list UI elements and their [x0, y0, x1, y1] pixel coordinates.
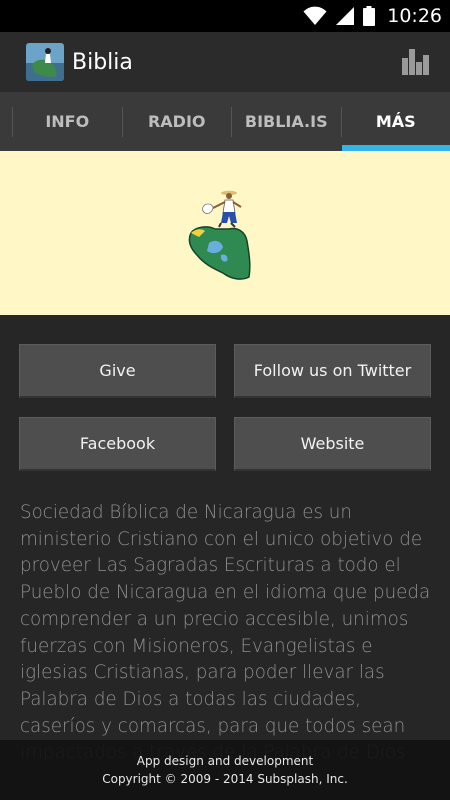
app-logo-icon[interactable]: [26, 43, 64, 81]
tab-info[interactable]: INFO: [13, 92, 122, 151]
follow-twitter-button[interactable]: Follow us on Twitter: [234, 344, 431, 398]
nicaragua-map-farmer-illustration: [188, 190, 251, 280]
footer-copyright: Copyright © 2009 - 2014 Subsplash, Inc.: [102, 772, 348, 786]
description-text: Sociedad Bíblica de Nicaragua es un mini…: [20, 502, 431, 763]
app-title: Biblia: [72, 49, 133, 75]
action-bar: Biblia: [0, 32, 450, 92]
header-banner: [0, 151, 450, 315]
wifi-icon: [303, 6, 327, 25]
footer-credit[interactable]: App design and development: [137, 754, 313, 768]
clock: 10:26: [387, 5, 442, 27]
tab-biblia-is[interactable]: BIBLIA.IS: [232, 92, 341, 151]
footer: App design and development Copyright © 2…: [0, 740, 450, 800]
stats-chart-icon[interactable]: [402, 49, 430, 75]
facebook-button[interactable]: Facebook: [19, 417, 216, 471]
tab-mas[interactable]: MÁS: [341, 92, 450, 151]
tab-bar: INFO RADIO BIBLIA.IS MÁS: [0, 92, 450, 151]
signal-icon: [336, 7, 355, 25]
status-bar: 10:26: [0, 0, 450, 32]
battery-icon: [363, 6, 376, 26]
tab-radio[interactable]: RADIO: [123, 92, 232, 151]
website-button[interactable]: Website: [234, 417, 431, 471]
give-button[interactable]: Give: [19, 344, 216, 398]
